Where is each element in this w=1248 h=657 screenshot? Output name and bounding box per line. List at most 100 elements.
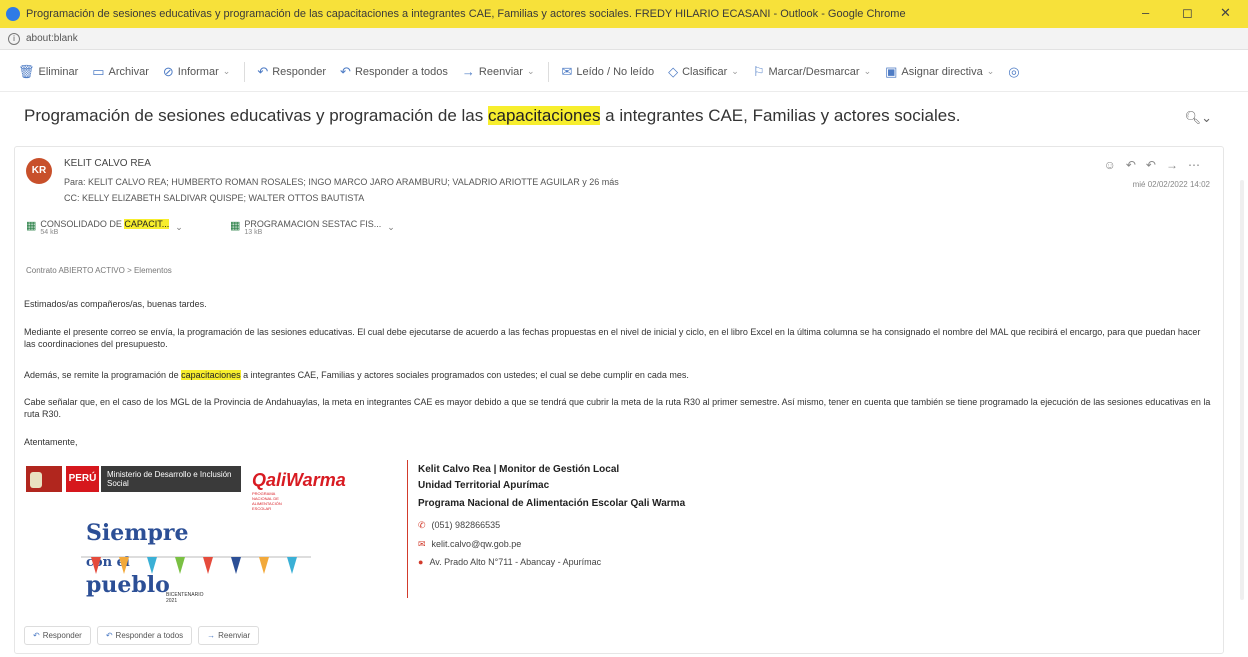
chevron-down-icon[interactable]: ⌄ <box>864 66 872 77</box>
envelope-icon: ✉ <box>561 63 573 79</box>
subject-highlight: capacitaciones <box>487 106 601 125</box>
attachment-excel[interactable]: ▦ CONSOLIDADO DE CAPACIT... 54 kB ⌄ <box>26 219 183 243</box>
closing: Atentamente, <box>24 437 78 447</box>
address-text: Av. Prado Alto N°711 - Abancay - Apuríma… <box>429 557 602 567</box>
forward-label: Reenviar <box>478 65 523 78</box>
signature-program: Programa Nacional de Alimentación Escola… <box>418 498 686 509</box>
flag-icon: ⚐ <box>752 63 765 79</box>
chevron-down-icon[interactable]: ⌄ <box>175 222 183 233</box>
coat-of-arms-icon <box>26 466 62 492</box>
ministry-label: Ministerio de Desarrollo e Inclusión Soc… <box>101 466 241 492</box>
signature-phone: ✆ (051) 982866535 <box>418 520 500 531</box>
forward-button[interactable]: → Reenviar ⌄ <box>462 64 535 79</box>
subject-text-end: a integrantes CAE, Familias y actores so… <box>600 106 961 125</box>
delete-label: Eliminar <box>38 65 79 78</box>
read-unread-button[interactable]: ✉ Leído / No leído <box>561 64 654 80</box>
info-icon[interactable]: i <box>8 32 20 45</box>
recipients-to[interactable]: Para: KELIT CALVO REA; HUMBERTO ROMAN RO… <box>64 177 619 187</box>
reply-all-label: Responder a todos <box>115 631 184 640</box>
reply-label: Responder <box>272 65 327 78</box>
address-bar[interactable]: i about:blank <box>0 28 1248 50</box>
policy-icon: ▣ <box>885 63 898 79</box>
greeting: Estimados/as compañeros/as, buenas tarde… <box>24 299 207 309</box>
policy-button[interactable]: ▣ Asignar directiva ⌄ <box>885 64 994 80</box>
folder-path[interactable]: Contrato ABIERTO ACTIVO > Elementos <box>26 266 172 275</box>
reply-all-button[interactable]: ↶ Responder a todos <box>340 64 448 80</box>
window-title-bar: Programación de sesiones educativas y pr… <box>0 0 1248 28</box>
forward-icon: → <box>461 64 475 79</box>
read-unread-label: Leído / No leído <box>576 65 655 78</box>
phone-text: (051) 982866535 <box>431 520 501 530</box>
reply-icon: ↶ <box>257 63 269 79</box>
attachment-info: PROGRAMACION SESTAC FIS... 13 kB <box>244 219 381 236</box>
avatar[interactable]: KR <box>26 158 52 184</box>
chevron-down-icon[interactable]: ⌄ <box>387 222 395 233</box>
reply-all-label: Responder a todos <box>354 65 448 78</box>
zoom-icon[interactable]: 🔍︎⌄ <box>1185 110 1212 126</box>
signature-divider <box>407 460 408 598</box>
reply-label: Responder <box>42 631 82 640</box>
subject-text: Programación de sesiones educativas y pr… <box>24 106 488 125</box>
tag-icon: ◇ <box>668 63 679 79</box>
paragraph-2-highlight: capacitaciones <box>181 370 241 380</box>
reply-button[interactable]: ↶ Responder <box>257 64 326 80</box>
more-options-button[interactable]: ◎ <box>1008 64 1023 80</box>
chevron-down-icon[interactable]: ⌄ <box>987 66 995 77</box>
toolbar-divider <box>548 61 550 82</box>
message-toolbar: 🗑 Eliminar ▭ Archivar ⊘ Informar ⌄ ↶ Responde… <box>0 52 1248 92</box>
attachment-size: 54 kB <box>40 229 59 236</box>
forward-label: Reenviar <box>218 631 251 640</box>
location-pin-icon: ● <box>418 557 424 567</box>
policy-label: Asignar directiva <box>901 65 983 78</box>
attachment-name-text: CONSOLIDADO DE <box>40 219 125 229</box>
attachment-name: PROGRAMACION SESTAC FIS... <box>244 219 382 229</box>
chevron-down-icon[interactable]: ⌄ <box>223 66 231 77</box>
message-actions[interactable]: ☺↶↶→⋯ <box>1104 158 1210 172</box>
report-button[interactable]: ⊘ Informar ⌄ <box>163 64 230 80</box>
minimize-button[interactable]: – <box>1142 5 1149 20</box>
reply-button-bottom[interactable]: ↶ Responder <box>24 626 91 645</box>
close-button[interactable]: ✕ <box>1220 5 1231 21</box>
categorize-button[interactable]: ◇ Clasificar ⌄ <box>668 64 739 80</box>
signature-email[interactable]: ✉ kelit.calvo@qw.gob.pe <box>418 539 521 550</box>
archive-button[interactable]: ▭ Archivar <box>92 64 149 80</box>
chevron-down-icon[interactable]: ⌄ <box>527 66 535 77</box>
recipients-cc[interactable]: CC: KELLY ELIZABETH SALDIVAR QUISPE; WAL… <box>64 193 364 203</box>
email-text[interactable]: kelit.calvo@qw.gob.pe <box>432 539 522 549</box>
signature-address: ● Av. Prado Alto N°711 - Abancay - Apurím… <box>418 557 601 567</box>
reply-all-icon: ↶ <box>105 631 113 640</box>
mail-icon: ✉ <box>418 539 426 549</box>
delete-button[interactable]: 🗑 Eliminar <box>18 64 78 80</box>
paragraph-2-text: Además, se remite la programación de <box>24 370 182 380</box>
sender-name[interactable]: KELIT CALVO REA <box>64 158 151 169</box>
reply-icon: ↶ <box>33 631 40 640</box>
chevron-down-icon[interactable]: ⌄ <box>731 66 739 77</box>
report-label: Informar <box>177 65 219 78</box>
attachment-excel-2[interactable]: ▦ PROGRAMACION SESTAC FIS... 13 kB ⌄ <box>230 219 395 243</box>
chrome-icon <box>6 7 20 21</box>
forward-icon: → <box>207 631 216 640</box>
archive-label: Archivar <box>108 65 149 78</box>
reply-all-button-bottom[interactable]: ↶ Responder a todos <box>96 626 193 645</box>
bicentenario-label: BICENTENARIO 2021 <box>166 592 204 604</box>
email-subject: Programación de sesiones educativas y pr… <box>24 106 960 126</box>
signature-name: Kelit Calvo Rea | Monitor de Gestión Loc… <box>418 464 620 475</box>
slogan-a: Siempre <box>86 520 189 546</box>
address-url[interactable]: about:blank <box>26 33 78 44</box>
restore-button[interactable]: ◻ <box>1182 5 1193 21</box>
paragraph-1: Mediante el presente correo se envía, la… <box>24 327 1201 349</box>
phone-icon: ✆ <box>418 520 426 530</box>
trash-icon: 🗑 <box>18 63 35 79</box>
message-date: mié 02/02/2022 14:02 <box>1132 180 1210 189</box>
flag-button[interactable]: ⚐ Marcar/Desmarcar ⌄ <box>753 64 871 80</box>
qaliwarma-subtitle: PROGRAMA NACIONAL DE ALIMENTACIÓN ESCOLA… <box>252 491 282 511</box>
reply-all-icon: ↶ <box>340 63 351 79</box>
peru-label: PERÚ <box>66 466 99 492</box>
archive-icon: ▭ <box>92 63 105 79</box>
more-icon: ◎ <box>1008 63 1020 79</box>
forward-button-bottom[interactable]: → Reenviar <box>198 626 260 645</box>
scrollbar[interactable] <box>1240 180 1244 600</box>
paragraph-3: Cabe señalar que, en el caso de los MGL … <box>24 397 1211 419</box>
report-icon: ⊘ <box>162 63 174 79</box>
reply-bar: ↶ Responder ↶ Responder a todos → Reenviar <box>24 626 265 645</box>
